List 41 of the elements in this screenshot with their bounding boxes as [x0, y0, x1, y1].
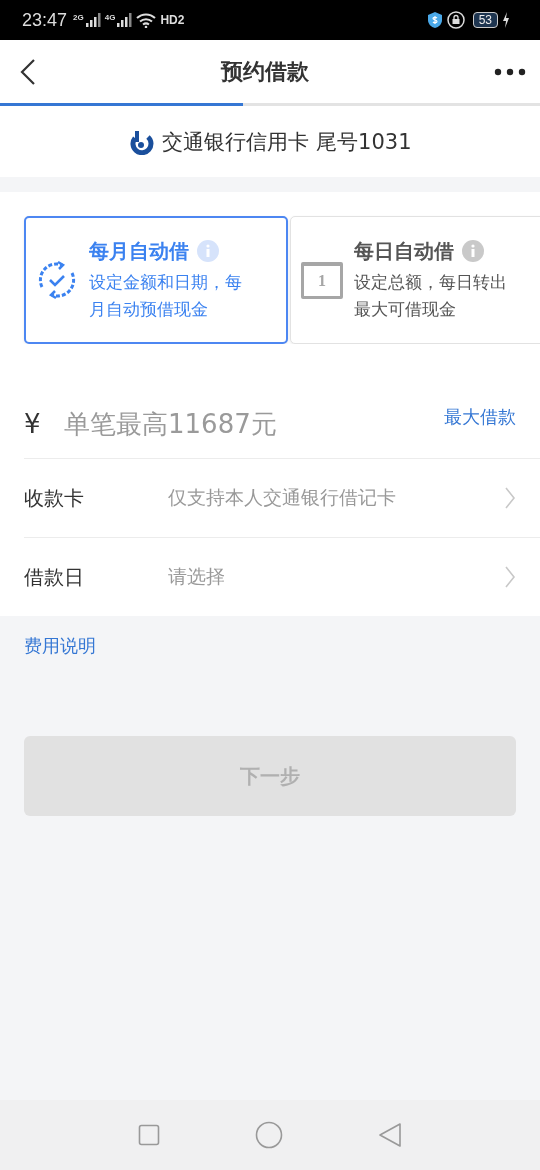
option-title: 每日自动借: [354, 237, 454, 265]
signal-icon: [116, 13, 133, 27]
network-label: 2G: [73, 13, 84, 22]
bank-logo-icon: [128, 128, 155, 155]
currency-symbol: ¥: [24, 409, 42, 439]
row-label: 借款日: [24, 563, 85, 591]
select-field[interactable]: 请选择: [168, 538, 516, 616]
wifi-icon: [136, 12, 157, 28]
select-field[interactable]: 仅支持本人交通银行借记卡: [168, 459, 516, 537]
battery-indicator: 53: [472, 12, 498, 28]
option-description: 设定总额，每日转出最大可借现金: [354, 270, 508, 321]
option-card[interactable]: 每月自动借 设定金额和日期，每月自动预借现金: [24, 216, 288, 344]
chevron-right-icon: [504, 565, 516, 589]
fee-info-link[interactable]: 费用说明: [24, 634, 96, 658]
shield-icon: [426, 11, 443, 29]
page-title: 预约借款: [221, 57, 309, 86]
info-icon: [462, 240, 484, 262]
option-card[interactable]: 1 每日自动借 设定总额，每日转出最大可借现金: [290, 216, 540, 344]
back-icon: [20, 57, 36, 86]
hd-label: HD2: [160, 13, 185, 27]
home-icon: [255, 1121, 283, 1149]
back-button[interactable]: [20, 57, 36, 86]
signal-icon: [84, 13, 101, 27]
option-description: 设定金额和日期，每月自动预借现金: [89, 270, 243, 321]
recents-icon: [137, 1124, 160, 1146]
network-label: 4G: [104, 13, 116, 22]
back-triangle-icon: [378, 1122, 403, 1148]
info-icon: [197, 240, 219, 262]
refresh-check-icon: [36, 259, 78, 301]
row-label: 收款卡: [24, 484, 85, 512]
option-title: 每月自动借: [89, 237, 189, 265]
more-icon: [494, 67, 526, 76]
amount-field[interactable]: 单笔最高11687元: [64, 403, 444, 445]
clock-time: 23:47: [22, 9, 68, 31]
calendar-icon: 1: [301, 261, 343, 299]
max-loan-link[interactable]: 最大借款: [444, 405, 516, 429]
card-name: 交通银行信用卡 尾号1031: [162, 128, 412, 156]
more-button[interactable]: [494, 67, 526, 76]
charging-icon: [502, 12, 510, 28]
lock-icon: [446, 11, 465, 29]
chevron-right-icon: [504, 486, 516, 510]
